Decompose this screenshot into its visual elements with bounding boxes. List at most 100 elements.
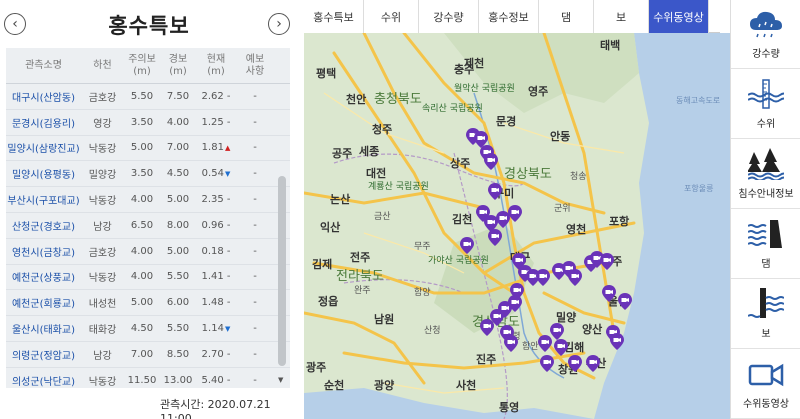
map-label: 영천 — [566, 223, 587, 236]
map-label: 진주 — [476, 353, 497, 366]
table-row[interactable]: 밀양시(삼랑진교) 낙동강 5.00 7.00 1.81▲ - — [6, 136, 290, 162]
station-name[interactable]: 산청군(경호교) — [6, 218, 81, 233]
video-camera-icon — [748, 363, 784, 387]
camera-marker-icon[interactable] — [618, 293, 632, 310]
camera-marker-icon[interactable] — [550, 323, 564, 340]
map-label: 무주 — [414, 242, 431, 252]
station-name[interactable]: 예천군(상풍교) — [6, 269, 81, 284]
station-name[interactable]: 예천군(회룡교) — [6, 295, 81, 310]
scrollbar-thumb[interactable] — [278, 176, 286, 366]
warning-level: 7.50 — [166, 90, 190, 102]
map-label: 함양 — [414, 288, 431, 298]
table-row[interactable]: 의령군(정암교) 남강 7.00 8.50 2.70 -- — [6, 342, 290, 368]
camera-marker-icon[interactable] — [602, 285, 616, 302]
station-name[interactable]: 의령군(정암교) — [6, 347, 81, 362]
camera-marker-icon[interactable] — [610, 333, 624, 350]
sidebar-item-4[interactable]: 보 — [731, 280, 800, 349]
map-view[interactable]: 충주 제천 태백 평택 월악산 국립공원 영주 천안 충청북도 속리산 국립공원 문경 안동 청주 공주… — [304, 33, 730, 419]
warning-level: 13.00 — [163, 374, 193, 386]
table-row[interactable]: 대구시(산암동) 금호강 5.50 7.50 2.62 -- — [6, 84, 290, 110]
tab-2[interactable]: 강수량 — [419, 0, 479, 33]
station-name[interactable]: 영천시(금창교) — [6, 244, 81, 259]
tab-4[interactable]: 댐 — [539, 0, 594, 33]
sidebar-item-3[interactable]: 댐 — [731, 210, 800, 279]
river-name: 금호강 — [88, 247, 117, 259]
table-row[interactable]: 산청군(경호교) 남강 6.50 8.00 0.96 -- — [6, 213, 290, 239]
trend-down-icon: ▼ — [224, 170, 231, 179]
station-name[interactable]: 밀양시(용평동) — [6, 166, 81, 181]
trend-none: - — [223, 271, 231, 283]
tab-0[interactable]: 홍수특보 — [304, 0, 364, 33]
camera-marker-icon[interactable] — [554, 339, 568, 356]
station-name[interactable]: 의성군(낙단교) — [6, 373, 81, 388]
camera-marker-icon[interactable] — [484, 153, 498, 170]
map-label: 논산 — [330, 193, 351, 206]
scroll-down-icon[interactable]: ▼ — [278, 376, 283, 384]
camera-marker-icon[interactable] — [568, 269, 582, 286]
panel-title: 홍수특보 — [108, 14, 190, 38]
camera-marker-icon[interactable] — [488, 229, 502, 246]
tab-6[interactable]: 수위동영상 — [649, 0, 709, 33]
camera-marker-icon[interactable] — [600, 253, 614, 270]
column-header: 하천 — [93, 59, 112, 71]
sidebar-item-label: 수위동영상 — [743, 399, 789, 410]
current-level: 1.81▲ — [201, 142, 231, 154]
warning-level: 4.00 — [166, 116, 190, 128]
camera-marker-icon[interactable] — [480, 319, 494, 336]
camera-marker-icon[interactable] — [508, 205, 522, 222]
map-label: 순천 — [324, 379, 345, 392]
station-name[interactable]: 울산시(태화교) — [6, 321, 81, 336]
station-name[interactable]: 부산시(구포대교) — [6, 192, 81, 207]
map-label: 정읍 — [318, 295, 339, 308]
table-row[interactable]: 문경시(김용리) 영강 3.50 4.00 1.25 -- — [6, 110, 290, 136]
table-row[interactable]: 울산시(태화교) 태화강 4.50 5.50 1.14▼ - — [6, 316, 290, 342]
sidebar-item-label: 강수량 — [752, 49, 780, 60]
station-name[interactable]: 대구시(산암동) — [6, 89, 81, 104]
map-label: 경상북도 — [504, 167, 552, 182]
forecast: - — [253, 323, 257, 335]
river-name: 남강 — [93, 350, 112, 362]
camera-marker-icon[interactable] — [488, 183, 502, 200]
table-row[interactable]: 부산시(구포대교) 낙동강 4.00 5.00 2.35 -- — [6, 187, 290, 213]
map-label: 태백 — [600, 39, 621, 52]
table-scrollbar[interactable]: ▼ — [278, 86, 286, 386]
station-name[interactable]: 문경시(김용리) — [6, 115, 81, 130]
tab-5[interactable]: 보 — [594, 0, 649, 33]
station-name[interactable]: 밀양시(삼랑진교) — [6, 140, 81, 155]
warning-level: 5.50 — [166, 271, 190, 283]
camera-marker-icon[interactable] — [586, 355, 600, 372]
camera-marker-icon[interactable] — [504, 335, 518, 352]
chevron-right-icon: › — [276, 16, 282, 32]
watch-level: 4.00 — [130, 194, 154, 206]
tab-3[interactable]: 홍수정보 — [479, 0, 539, 33]
next-button[interactable]: › — [268, 13, 290, 35]
camera-marker-icon[interactable] — [536, 269, 550, 286]
map-label: 김제 — [312, 258, 333, 271]
sidebar-item-2[interactable]: 침수안내정보 — [731, 140, 800, 209]
river-name: 영강 — [93, 118, 112, 130]
map-label: 계룡산 국립공원 — [368, 182, 429, 192]
sidebar-item-5[interactable]: 수위동영상 — [731, 350, 800, 419]
forecast: - — [253, 142, 257, 154]
camera-marker-icon[interactable] — [460, 237, 474, 254]
watch-level: 4.00 — [130, 245, 154, 257]
sidebar-item-1[interactable]: 수위 — [731, 70, 800, 139]
rain-cloud-icon — [750, 11, 782, 38]
tab-1[interactable]: 수위 — [364, 0, 419, 33]
camera-marker-icon[interactable] — [568, 355, 582, 372]
sidebar-item-0[interactable]: 강수량 — [731, 0, 800, 69]
table-row[interactable]: 밀양시(용평동) 밀양강 3.50 4.50 0.54▼ - — [6, 161, 290, 188]
warning-level: 5.00 — [166, 245, 190, 257]
warning-table: 관측소명 하천 주의보 (m) 경보 (m) 현재 (m) 예보 사항 대구시(산암동) 금… — [6, 48, 290, 388]
table-row[interactable]: 영천시(금창교) 금호강 4.00 5.00 0.18 -- — [6, 239, 290, 265]
forecast: - — [253, 194, 257, 206]
tab-bar: 홍수특보 수위 강수량 홍수정보 댐 보 수위동영상 — [304, 0, 720, 33]
table-row[interactable]: 예천군(상풍교) 낙동강 4.00 5.50 1.41 -- — [6, 265, 290, 291]
dam-icon — [748, 220, 782, 248]
table-row[interactable]: 예천군(회룡교) 내성천 5.00 6.00 1.48 -- — [6, 290, 290, 317]
map-label: 사천 — [456, 379, 477, 392]
river-name: 낙동강 — [88, 376, 117, 388]
camera-marker-icon[interactable] — [540, 355, 554, 372]
forecast: - — [253, 271, 257, 283]
table-row[interactable]: 의성군(낙단교) 낙동강 11.50 13.00 5.40 -- — [6, 368, 290, 388]
